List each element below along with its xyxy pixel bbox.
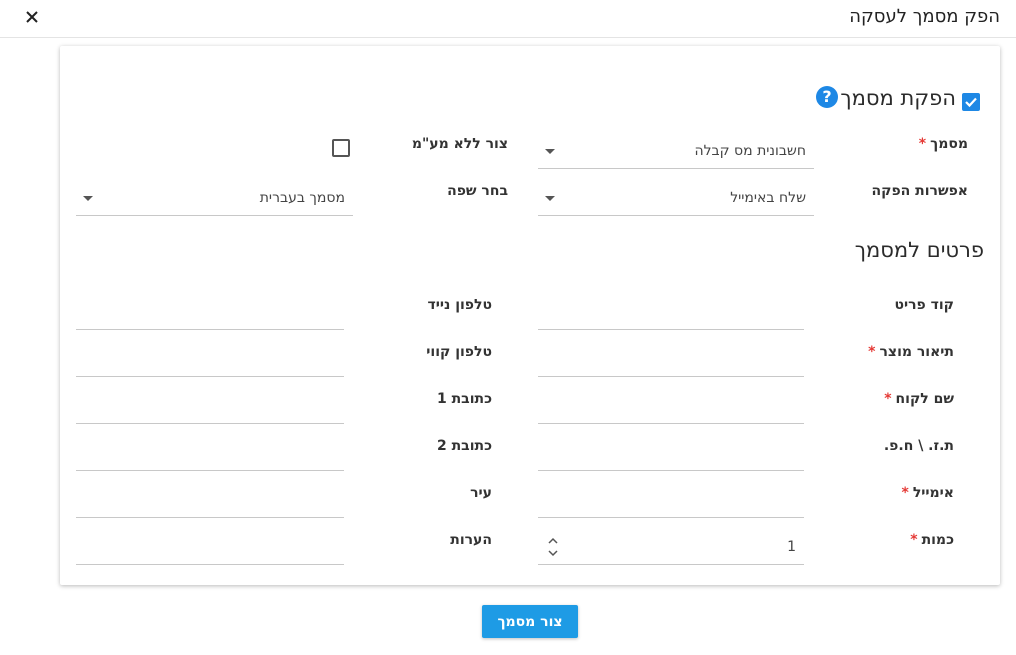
address1-label: כתובת 1 <box>436 391 492 407</box>
quantity-stepper[interactable]: 1 <box>538 530 804 565</box>
document-select[interactable]: חשבונית מס קבלה <box>538 134 814 169</box>
document-select-value: חשבונית מס קבלה <box>694 143 806 159</box>
product-desc-input[interactable] <box>538 342 804 377</box>
dialog-title: הפק מסמך לעסקה <box>849 6 1000 27</box>
chevron-down-icon <box>83 196 93 201</box>
mobile-phone-input[interactable] <box>76 295 344 330</box>
quantity-label: כמות* <box>910 532 954 548</box>
email-label: אימייל* <box>901 485 955 501</box>
language-label: בחר שפה <box>447 183 508 199</box>
quantity-value: 1 <box>787 539 796 555</box>
tax-id-input[interactable] <box>538 436 804 471</box>
issue-section-title: הפקת מסמך <box>840 86 956 110</box>
issue-option-select[interactable]: שלח באימייל <box>538 181 814 216</box>
item-code-input[interactable] <box>538 295 804 330</box>
mobile-phone-label: טלפון נייד <box>427 297 493 313</box>
no-vat-label: צור ללא מע"מ <box>411 136 508 152</box>
address1-input[interactable] <box>76 389 344 424</box>
details-section-title: פרטים למסמך <box>854 238 984 262</box>
product-desc-label: תיאור מוצר* <box>868 344 954 360</box>
issue-document-checkbox[interactable] <box>962 93 980 111</box>
address2-input[interactable] <box>76 436 344 471</box>
chevron-down-icon <box>545 196 555 201</box>
city-label: עיר <box>470 485 492 501</box>
issue-option-select-value: שלח באימייל <box>730 190 806 206</box>
document-label: מסמך* <box>918 136 968 152</box>
address2-label: כתובת 2 <box>436 438 492 454</box>
notes-label: הערות <box>450 532 492 548</box>
tax-id-label: ת.ז. \ ח.פ. <box>883 438 954 454</box>
create-document-button[interactable]: צור מסמך <box>482 605 578 638</box>
email-input[interactable] <box>538 483 804 518</box>
language-select[interactable]: מסמך בעברית <box>76 181 353 216</box>
notes-input[interactable] <box>76 530 344 565</box>
issue-option-label: אפשרות הפקה <box>871 183 968 199</box>
document-form-card: הפקת מסמך ? מסמך* חשבונית מס קבלה צור לל… <box>60 46 1000 585</box>
chevron-down-icon <box>545 149 555 154</box>
landline-phone-label: טלפון קווי <box>426 344 492 360</box>
customer-name-input[interactable] <box>538 389 804 424</box>
city-input[interactable] <box>76 483 344 518</box>
help-icon[interactable]: ? <box>816 86 838 108</box>
landline-phone-input[interactable] <box>76 342 344 377</box>
item-code-label: קוד פריט <box>894 297 955 313</box>
dialog-header: הפק מסמך לעסקה <box>0 0 1016 38</box>
no-vat-checkbox[interactable] <box>332 139 350 157</box>
stepper-arrows-icon[interactable] <box>547 536 559 558</box>
language-select-value: מסמך בעברית <box>259 190 345 206</box>
customer-name-label: שם לקוח* <box>884 391 954 407</box>
check-icon <box>965 97 977 108</box>
close-icon[interactable] <box>24 9 40 25</box>
